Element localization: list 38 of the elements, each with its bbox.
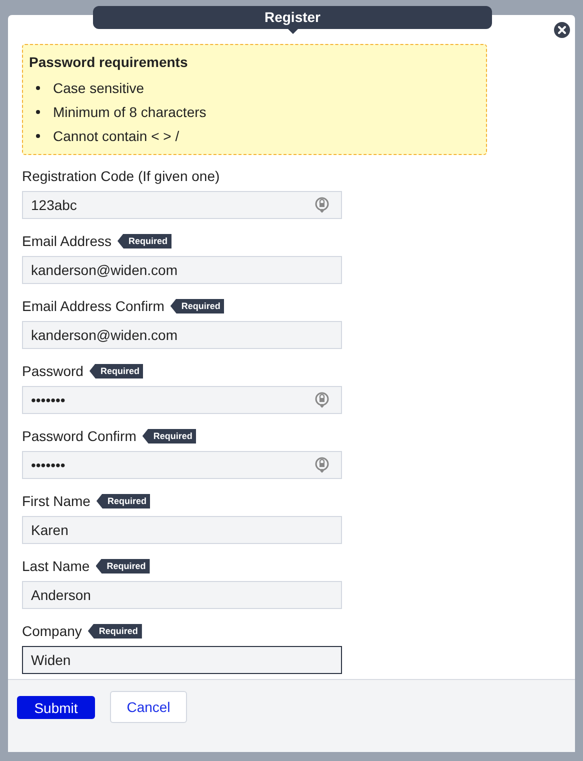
input-field[interactable]: Karen — [22, 516, 342, 544]
input-field[interactable]: 123abc — [22, 191, 342, 219]
bullet-icon — [36, 110, 40, 114]
required-tag: Required — [88, 624, 142, 638]
field-label: Company — [22, 623, 82, 639]
field-label: Registration Code (If given one) — [22, 168, 220, 184]
key-icon[interactable] — [315, 197, 329, 213]
bullet-icon — [36, 86, 40, 90]
submit-button[interactable]: Submit — [17, 696, 95, 719]
required-tag: Required — [142, 428, 196, 444]
required-tag: Required — [96, 558, 150, 574]
field-label: Email Address Confirm — [22, 298, 164, 314]
input-field[interactable]: ••••••• — [22, 386, 342, 414]
required-tag: Required — [96, 494, 150, 508]
requirement-item: Minimum of 8 characters — [53, 104, 206, 120]
requirements-title: Password requirements — [29, 54, 189, 70]
field-label: Last Name — [22, 558, 90, 574]
input-field[interactable]: kanderson@widen.com — [22, 256, 342, 284]
field-label: Password — [22, 363, 84, 379]
cancel-button[interactable]: Cancel — [110, 691, 187, 723]
field-label: First Name — [22, 493, 90, 509]
bullet-icon — [36, 134, 40, 138]
pointer-icon — [288, 29, 298, 34]
required-tag: Required — [117, 234, 172, 248]
dialog-title: Register — [93, 6, 492, 29]
key-icon[interactable] — [315, 392, 329, 408]
input-field[interactable]: Widen — [22, 646, 342, 674]
input-field[interactable]: kanderson@widen.com — [22, 321, 342, 349]
input-field[interactable]: ••••••• — [22, 451, 342, 479]
requirement-item: Cannot contain < > / — [53, 128, 180, 144]
requirement-item: Case sensitive — [53, 80, 144, 96]
input-field[interactable]: Anderson — [22, 581, 342, 609]
field-label: Email Address — [22, 233, 112, 249]
required-tag: Required — [89, 364, 144, 378]
required-tag: Required — [170, 298, 224, 314]
key-icon[interactable] — [315, 457, 329, 473]
close-icon[interactable] — [554, 22, 570, 38]
field-label: Password Confirm — [22, 428, 136, 444]
